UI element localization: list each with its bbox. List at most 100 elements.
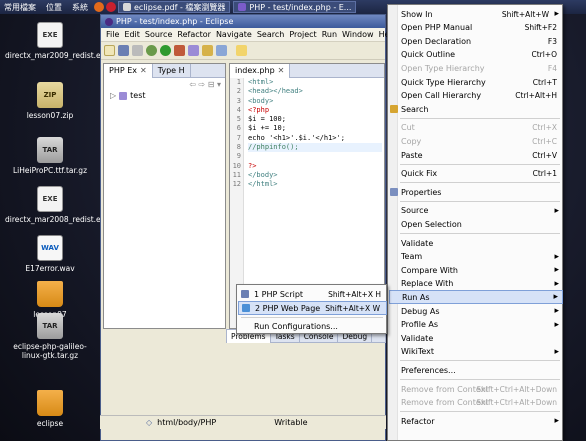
menu-item-search[interactable]: Search bbox=[389, 102, 563, 116]
tar-icon: TAR bbox=[37, 313, 63, 339]
main-toolbar bbox=[101, 42, 385, 60]
menu-item-shortcut: Ctrl+O bbox=[531, 50, 557, 60]
firefox-icon[interactable] bbox=[94, 2, 104, 12]
back-icon[interactable]: ⇦ bbox=[189, 80, 196, 89]
menu-applications[interactable]: 常用檔案 bbox=[4, 2, 36, 13]
menu-places[interactable]: 位置 bbox=[46, 2, 62, 13]
line-number: 12 bbox=[232, 180, 241, 189]
menu-item-open-call-hierarchy[interactable]: Open Call Hierarchy Ctrl+Alt+H bbox=[389, 89, 563, 103]
submenu-arrow-icon: ▸ bbox=[554, 205, 559, 216]
window-titlebar[interactable]: PHP - test/index.php - Eclipse bbox=[101, 15, 385, 28]
line-number: 2 bbox=[236, 87, 241, 96]
taskbar-button-pdf[interactable]: eclipse.pdf - 檔案瀏覽器 bbox=[118, 1, 231, 13]
tab-type-hierarchy[interactable]: Type H bbox=[153, 63, 191, 78]
menu-source[interactable]: Source bbox=[145, 30, 172, 39]
code-line: <html> bbox=[248, 78, 274, 86]
menu-item-quick-fix[interactable]: Quick Fix Ctrl+1 bbox=[389, 167, 563, 181]
menu-item-label: Preferences... bbox=[401, 365, 456, 375]
desktop-icon[interactable]: TAR LiHeiProPC.ttf.tar.gz bbox=[5, 137, 95, 175]
help-icon[interactable] bbox=[106, 2, 116, 12]
menu-item-label: Profile As bbox=[401, 320, 439, 330]
close-icon[interactable]: ✕ bbox=[278, 66, 285, 75]
menu-edit[interactable]: Edit bbox=[124, 30, 140, 39]
external-tools-icon[interactable] bbox=[174, 45, 185, 56]
menu-item-label: Copy bbox=[401, 136, 422, 146]
menu-navigate[interactable]: Navigate bbox=[216, 30, 252, 39]
folder-icon bbox=[37, 390, 63, 416]
desktop-icon[interactable]: TAR eclipse-php-galileo-linux-gtk.tar.gz bbox=[5, 313, 95, 360]
menu-item-open-php-manual[interactable]: Open PHP Manual Shift+F2 bbox=[389, 21, 563, 35]
menu-refactor[interactable]: Refactor bbox=[177, 30, 211, 39]
menu-separator bbox=[400, 117, 560, 119]
menu-item-label: Open Declaration bbox=[401, 36, 472, 46]
menu-item-source[interactable]: Source ▸ bbox=[389, 204, 563, 218]
menu-item-open-type-hierarchy[interactable]: Open Type Hierarchy F4 bbox=[389, 61, 563, 75]
debug-icon[interactable] bbox=[146, 45, 157, 56]
menu-item-open-selection[interactable]: Open Selection bbox=[389, 217, 563, 231]
forward-icon[interactable]: ⇨ bbox=[198, 80, 205, 89]
open-type-icon[interactable] bbox=[202, 45, 213, 56]
menu-window[interactable]: Window bbox=[342, 30, 374, 39]
menu-item-quick-outline[interactable]: Quick Outline Ctrl+O bbox=[389, 48, 563, 62]
menu-item-cut[interactable]: Cut Ctrl+X bbox=[389, 121, 563, 135]
menu-item-php-script[interactable]: 1 PHP Script Shift+Alt+X H bbox=[238, 287, 387, 301]
menu-item-debug-as[interactable]: Debug As ▸ bbox=[389, 304, 563, 318]
menu-search[interactable]: Search bbox=[257, 30, 284, 39]
desktop-icon[interactable]: ZIP lesson07.zip bbox=[5, 82, 95, 120]
menu-item-run-as[interactable]: Run As ▸ bbox=[389, 290, 563, 305]
menu-project[interactable]: Project bbox=[289, 30, 316, 39]
print-icon[interactable] bbox=[132, 45, 143, 56]
menu-system[interactable]: 系統 bbox=[72, 2, 88, 13]
menu-item-replace-with[interactable]: Replace With ▸ bbox=[389, 277, 563, 291]
menu-item-properties[interactable]: Properties bbox=[389, 185, 563, 199]
menu-item-preferences[interactable]: Preferences... bbox=[389, 363, 563, 377]
menu-item-wikitext[interactable]: WikiText ▸ bbox=[389, 345, 563, 359]
close-icon[interactable]: ✕ bbox=[140, 66, 147, 75]
menu-separator bbox=[241, 317, 383, 318]
desktop-icon[interactable]: WAV E17error.wav bbox=[5, 235, 95, 273]
tree-item-project[interactable]: ▷ test bbox=[110, 90, 225, 101]
menu-item-team[interactable]: Team ▸ bbox=[389, 250, 563, 264]
menu-item-validate[interactable]: Validate bbox=[389, 236, 563, 250]
code-area[interactable]: <html> <head></head> <body> <?php $i = 1… bbox=[248, 78, 382, 190]
new-php-project-icon[interactable] bbox=[188, 45, 199, 56]
menu-item-paste[interactable]: Paste Ctrl+V bbox=[389, 148, 563, 162]
menu-item-show-in[interactable]: Show In Shift+Alt+W ▸ bbox=[389, 7, 563, 21]
status-bar: ◇ html/body/PHP Writable bbox=[100, 415, 386, 429]
tab-index-php[interactable]: index.php ✕ bbox=[230, 63, 291, 78]
desktop-icon[interactable]: EXE directx_mar2009_redist.exe bbox=[5, 22, 109, 60]
menu-item-remove-from-context[interactable]: Remove from Context Shift+Ctrl+Alt+Down bbox=[389, 382, 563, 396]
menu-item-shortcut: Shift+Alt+W bbox=[501, 9, 549, 19]
menu-item-refactor[interactable]: Refactor ▸ bbox=[389, 414, 563, 428]
menu-item-shortcut: F4 bbox=[547, 63, 557, 73]
menu-item-php-web-page[interactable]: 2 PHP Web Page Shift+Alt+X W bbox=[238, 301, 387, 315]
collapse-all-icon[interactable]: ⊟ bbox=[208, 80, 215, 89]
search-icon[interactable] bbox=[216, 45, 227, 56]
setup-icon: EXE bbox=[37, 186, 63, 212]
menu-item-remove-from-context[interactable]: Remove from Context Shift+Ctrl+Alt+Down bbox=[389, 396, 563, 410]
line-number: 10 bbox=[232, 161, 241, 170]
menu-item-run-configurations[interactable]: Run Configurations... bbox=[238, 319, 387, 333]
menu-separator bbox=[400, 182, 560, 184]
menu-item-open-declaration[interactable]: Open Declaration F3 bbox=[389, 34, 563, 48]
toggle-mark-icon[interactable] bbox=[236, 45, 247, 56]
menu-item-copy[interactable]: Copy Ctrl+C bbox=[389, 134, 563, 148]
menu-item-profile-as[interactable]: Profile As ▸ bbox=[389, 318, 563, 332]
view-menu-icon[interactable]: ▾ bbox=[217, 80, 221, 89]
line-number: 7 bbox=[236, 133, 241, 142]
run-icon[interactable] bbox=[160, 45, 171, 56]
expand-arrow-icon[interactable]: ▷ bbox=[110, 91, 116, 100]
menu-item-quick-type-hierarchy[interactable]: Quick Type Hierarchy Ctrl+T bbox=[389, 75, 563, 89]
menu-file[interactable]: File bbox=[106, 30, 119, 39]
menu-item-label: Compare With bbox=[401, 265, 458, 275]
desktop-icon[interactable]: eclipse bbox=[5, 390, 95, 428]
tab-php-explorer[interactable]: PHP Ex ✕ bbox=[104, 63, 153, 78]
save-icon[interactable] bbox=[118, 45, 129, 56]
menu-run[interactable]: Run bbox=[322, 30, 337, 39]
menu-item-shortcut: Ctrl+V bbox=[532, 150, 557, 160]
desktop-icon[interactable]: EXE directx_mar2008_redist.exe bbox=[5, 186, 109, 224]
menu-item-validate[interactable]: Validate bbox=[389, 331, 563, 345]
new-icon[interactable] bbox=[104, 45, 115, 56]
taskbar-button-eclipse[interactable]: PHP - test/index.php - E... bbox=[233, 1, 357, 13]
menu-item-compare-with[interactable]: Compare With ▸ bbox=[389, 263, 563, 277]
